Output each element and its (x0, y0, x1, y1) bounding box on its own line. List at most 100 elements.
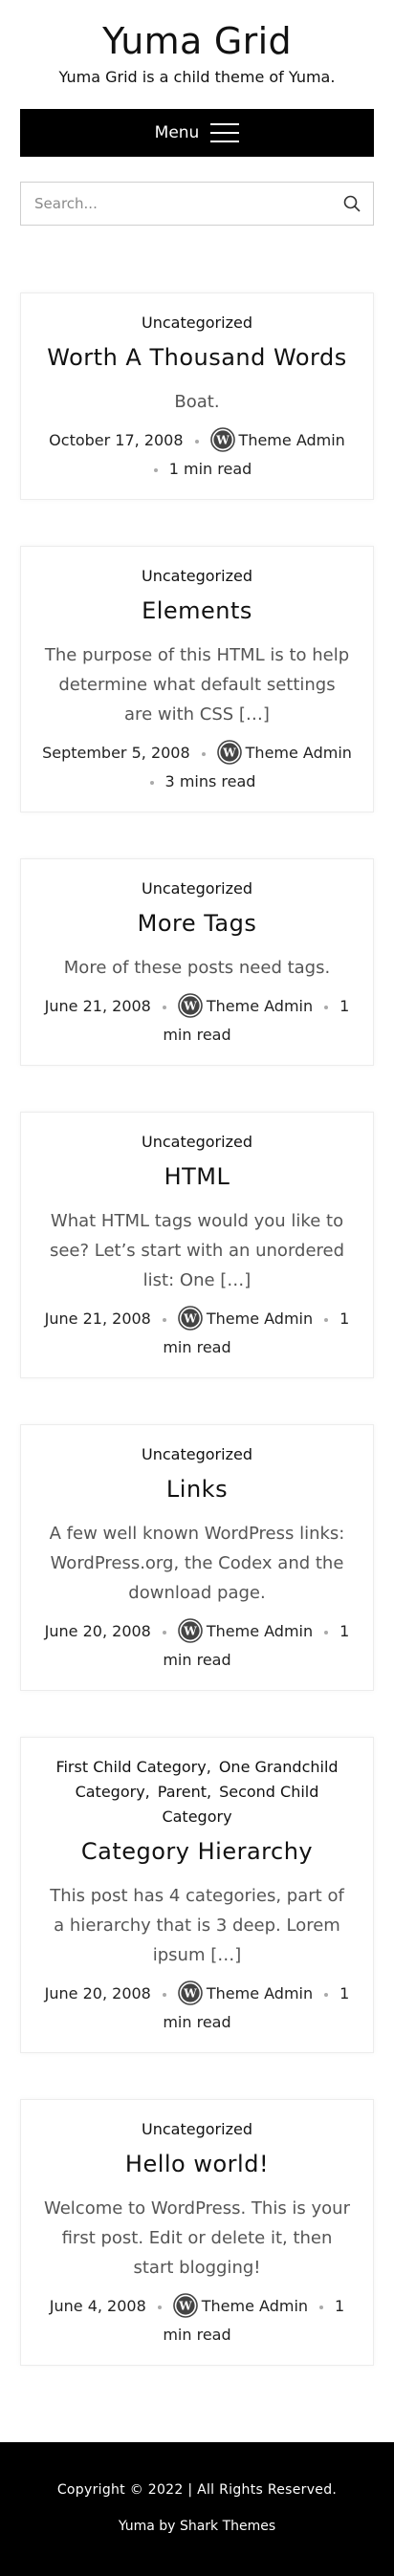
meta-separator (162, 1992, 166, 1997)
post-meta: June 20, 2008 W Theme Admin 1 min read (42, 1617, 352, 1675)
category-separator: , (206, 1783, 212, 1801)
post-excerpt: Boat. (174, 392, 220, 412)
svg-text:W: W (183, 1624, 197, 1637)
site-description: Yuma Grid is a child theme of Yuma. (58, 68, 336, 86)
meta-separator (162, 1630, 166, 1634)
post-read-time: 1 min read (168, 460, 252, 478)
meta-separator (153, 467, 158, 472)
author-avatar-icon: W (178, 1980, 203, 2005)
meta-separator (324, 1992, 329, 1997)
post-author[interactable]: Theme Admin (207, 1984, 313, 2002)
post-date[interactable]: June 4, 2008 (50, 2297, 146, 2315)
post-categories: Uncategorized (42, 877, 352, 901)
post-category-link[interactable]: Uncategorized (142, 1445, 252, 1463)
post-excerpt: What HTML tags would you like to see? Le… (49, 1211, 345, 1290)
post-author[interactable]: Theme Admin (202, 2297, 308, 2315)
post-date[interactable]: June 21, 2008 (45, 997, 151, 1015)
post-date[interactable]: June 20, 2008 (45, 1622, 151, 1640)
post-meta: June 20, 2008 W Theme Admin 1 min read (42, 1980, 352, 2037)
post-title[interactable]: Worth A Thousand Words (42, 341, 352, 374)
post-title[interactable]: Elements (42, 595, 352, 627)
post-category-link[interactable]: Uncategorized (142, 567, 252, 585)
post-meta: October 17, 2008 W Theme Admin 1 min read (42, 426, 352, 484)
post-title[interactable]: Links (42, 1473, 352, 1505)
hamburger-icon (210, 123, 240, 142)
menu-toggle-button[interactable]: Menu (20, 109, 374, 157)
post-categories: Uncategorized (42, 564, 352, 589)
post-date[interactable]: October 17, 2008 (49, 431, 183, 449)
post-meta: September 5, 2008 W Theme Admin 3 mins read (42, 739, 352, 796)
author-avatar-icon: W (178, 1617, 203, 1643)
svg-text:W: W (215, 433, 230, 446)
post-category-link[interactable]: Uncategorized (142, 1133, 252, 1151)
post-read-time: 3 mins read (164, 772, 256, 790)
svg-text:W: W (183, 999, 197, 1012)
search-input[interactable] (34, 195, 342, 212)
footer-credit: Yuma by Shark Themes (0, 2517, 394, 2536)
post-meta: June 4, 2008 W Theme Admin 1 min read (42, 2292, 352, 2349)
meta-separator (324, 1630, 329, 1634)
post-excerpt: More of these posts need tags. (63, 958, 331, 978)
post-author[interactable]: Theme Admin (239, 431, 345, 449)
category-separator: , (206, 1758, 211, 1776)
post-list: Uncategorized Worth A Thousand Words Boa… (0, 292, 394, 2366)
post-title[interactable]: More Tags (42, 907, 352, 940)
post-category-link[interactable]: Uncategorized (142, 879, 252, 898)
post-categories: Uncategorized (42, 311, 352, 336)
post-category-link[interactable]: Parent (158, 1783, 207, 1801)
post-categories: Uncategorized (42, 1130, 352, 1155)
post-meta: June 21, 2008 W Theme Admin 1 min read (42, 1305, 352, 1362)
post-category-link[interactable]: Uncategorized (142, 314, 252, 332)
svg-text:W: W (183, 1311, 197, 1325)
post-category-link[interactable]: Uncategorized (142, 2120, 252, 2138)
post-card: Uncategorized Links A few well known Wor… (20, 1424, 374, 1691)
menu-label: Menu (154, 123, 200, 142)
post-category-link[interactable]: First Child Category (55, 1758, 206, 1776)
post-date[interactable]: September 5, 2008 (42, 744, 190, 762)
footer-credit-prefix: Yuma by (118, 2519, 176, 2534)
post-title[interactable]: Category Hierarchy (42, 1835, 352, 1868)
site-header: Yuma Grid Yuma Grid is a child theme of … (0, 0, 394, 88)
post-author[interactable]: Theme Admin (207, 997, 313, 1015)
post-author[interactable]: Theme Admin (246, 744, 352, 762)
meta-separator (319, 2305, 324, 2309)
post-categories: Uncategorized (42, 2117, 352, 2142)
author-avatar-icon: W (178, 1305, 203, 1331)
author-avatar-icon: W (172, 2292, 198, 2318)
author-avatar-icon: W (209, 426, 235, 452)
search-form (20, 182, 374, 226)
category-separator: , (144, 1783, 150, 1801)
svg-text:W: W (178, 2299, 192, 2312)
meta-separator (157, 2305, 162, 2309)
post-card: Uncategorized Elements The purpose of th… (20, 546, 374, 812)
author-avatar-icon: W (216, 739, 242, 765)
post-author[interactable]: Theme Admin (207, 1310, 313, 1328)
search-icon[interactable] (342, 194, 361, 213)
footer-credit-link[interactable]: Shark Themes (180, 2519, 275, 2534)
meta-separator (324, 1317, 329, 1322)
post-card: First Child Category, One Grandchild Cate… (20, 1737, 374, 2053)
svg-text:W: W (222, 746, 236, 759)
post-excerpt: The purpose of this HTML is to help dete… (44, 645, 350, 725)
author-avatar-icon: W (178, 992, 203, 1018)
post-title[interactable]: Hello world! (42, 2148, 352, 2180)
site-footer: Copyright © 2022 | All Rights Reserved. … (0, 2442, 394, 2576)
post-date[interactable]: June 21, 2008 (45, 1310, 151, 1328)
meta-separator (162, 1005, 166, 1009)
post-card: Uncategorized More Tags More of these po… (20, 858, 374, 1066)
post-excerpt: This post has 4 categories, part of a hi… (50, 1886, 344, 1965)
meta-separator (201, 751, 206, 756)
site-title[interactable]: Yuma Grid (0, 19, 394, 63)
post-excerpt: Welcome to WordPress. This is your first… (43, 2198, 350, 2278)
svg-text:W: W (183, 1986, 197, 2000)
post-excerpt: A few well known WordPress links: WordPr… (49, 1524, 345, 1603)
meta-separator (162, 1317, 166, 1322)
meta-separator (194, 439, 199, 444)
post-date[interactable]: June 20, 2008 (45, 1984, 151, 2002)
post-meta: June 21, 2008 W Theme Admin 1 min read (42, 992, 352, 1050)
post-card: Uncategorized Worth A Thousand Words Boa… (20, 292, 374, 500)
post-title[interactable]: HTML (42, 1160, 352, 1193)
meta-separator (324, 1005, 329, 1009)
footer-copyright: Copyright © 2022 | All Rights Reserved. (56, 2482, 338, 2498)
post-author[interactable]: Theme Admin (207, 1622, 313, 1640)
